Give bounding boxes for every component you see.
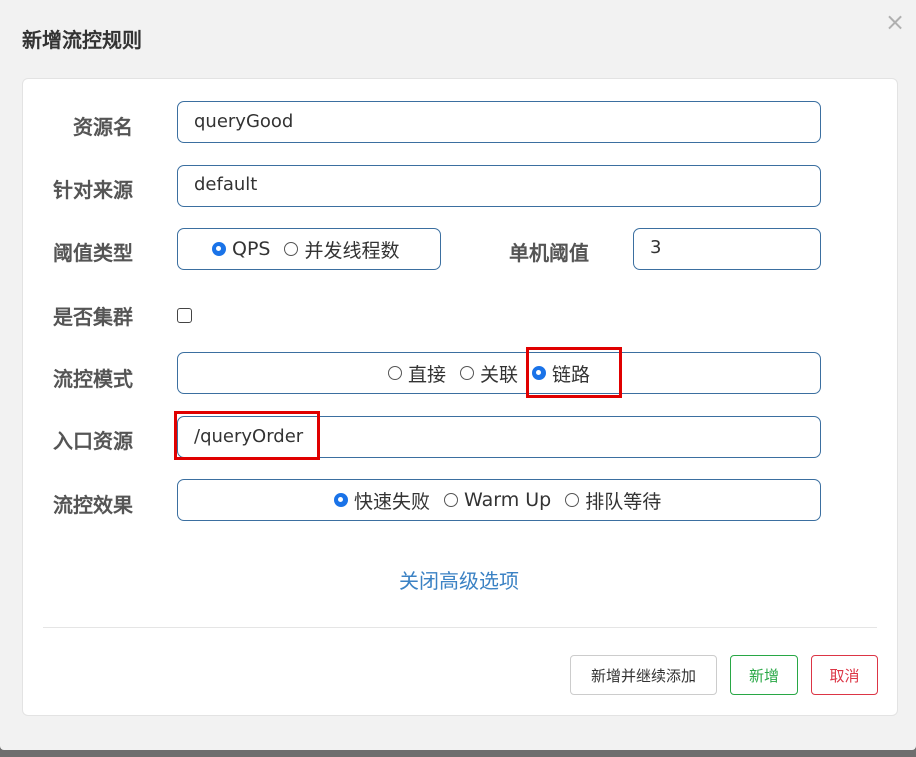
radio-unchecked-icon [388, 366, 402, 380]
control-mode-chain[interactable]: 链路 [532, 360, 590, 387]
close-advanced-options-link[interactable]: 关闭高级选项 [399, 565, 519, 594]
cluster-mode-checkbox[interactable] [177, 308, 192, 323]
add-and-continue-button[interactable]: 新增并继续添加 [570, 655, 717, 695]
single-threshold-label: 单机阈值 [509, 241, 589, 265]
control-mode-label: 流控模式 [53, 367, 133, 391]
single-threshold-input[interactable]: 3 [633, 228, 821, 270]
radio-checked-icon [532, 366, 547, 380]
control-effect-group: 快速失败 Warm Up 排队等待 [177, 479, 821, 521]
entry-resource-label: 入口资源 [53, 429, 133, 453]
form-panel: 资源名 queryGood 针对来源 default 阈值类型 QPS 并发线程… [22, 78, 898, 716]
threshold-type-qps[interactable]: QPS [212, 238, 270, 260]
limit-app-label: 针对来源 [53, 178, 133, 202]
radio-unchecked-icon [444, 493, 459, 507]
cluster-mode-label: 是否集群 [53, 305, 133, 329]
radio-unchecked-icon [284, 242, 299, 256]
resource-name-label: 资源名 [73, 115, 133, 139]
control-effect-fast-fail[interactable]: 快速失败 [334, 487, 430, 514]
control-effect-warm-up[interactable]: Warm Up [444, 489, 551, 511]
control-effect-label: 流控效果 [53, 493, 133, 517]
control-mode-direct[interactable]: 直接 [388, 360, 446, 387]
threshold-type-group: QPS 并发线程数 [177, 228, 441, 270]
threshold-type-label: 阈值类型 [53, 241, 133, 265]
resource-name-input[interactable]: queryGood [177, 101, 821, 143]
add-button[interactable]: 新增 [730, 655, 798, 695]
control-effect-queue[interactable]: 排队等待 [565, 487, 661, 514]
cancel-button[interactable]: 取消 [811, 655, 878, 695]
radio-checked-icon [334, 493, 348, 507]
radio-unchecked-icon [460, 366, 475, 380]
add-flow-rule-dialog: 新增流控规则 × 资源名 queryGood 针对来源 default 阈值类型… [0, 0, 916, 750]
footer-divider [43, 627, 877, 628]
limit-app-input[interactable]: default [177, 165, 821, 207]
close-icon[interactable]: × [885, 8, 905, 36]
control-mode-relate[interactable]: 关联 [460, 360, 518, 387]
dialog-title: 新增流控规则 [22, 28, 142, 52]
threshold-type-thread[interactable]: 并发线程数 [284, 236, 400, 263]
radio-checked-icon [212, 242, 226, 256]
entry-resource-input[interactable]: /queryOrder [177, 416, 821, 458]
radio-unchecked-icon [565, 493, 580, 507]
control-mode-group: 直接 关联 链路 [177, 352, 821, 394]
